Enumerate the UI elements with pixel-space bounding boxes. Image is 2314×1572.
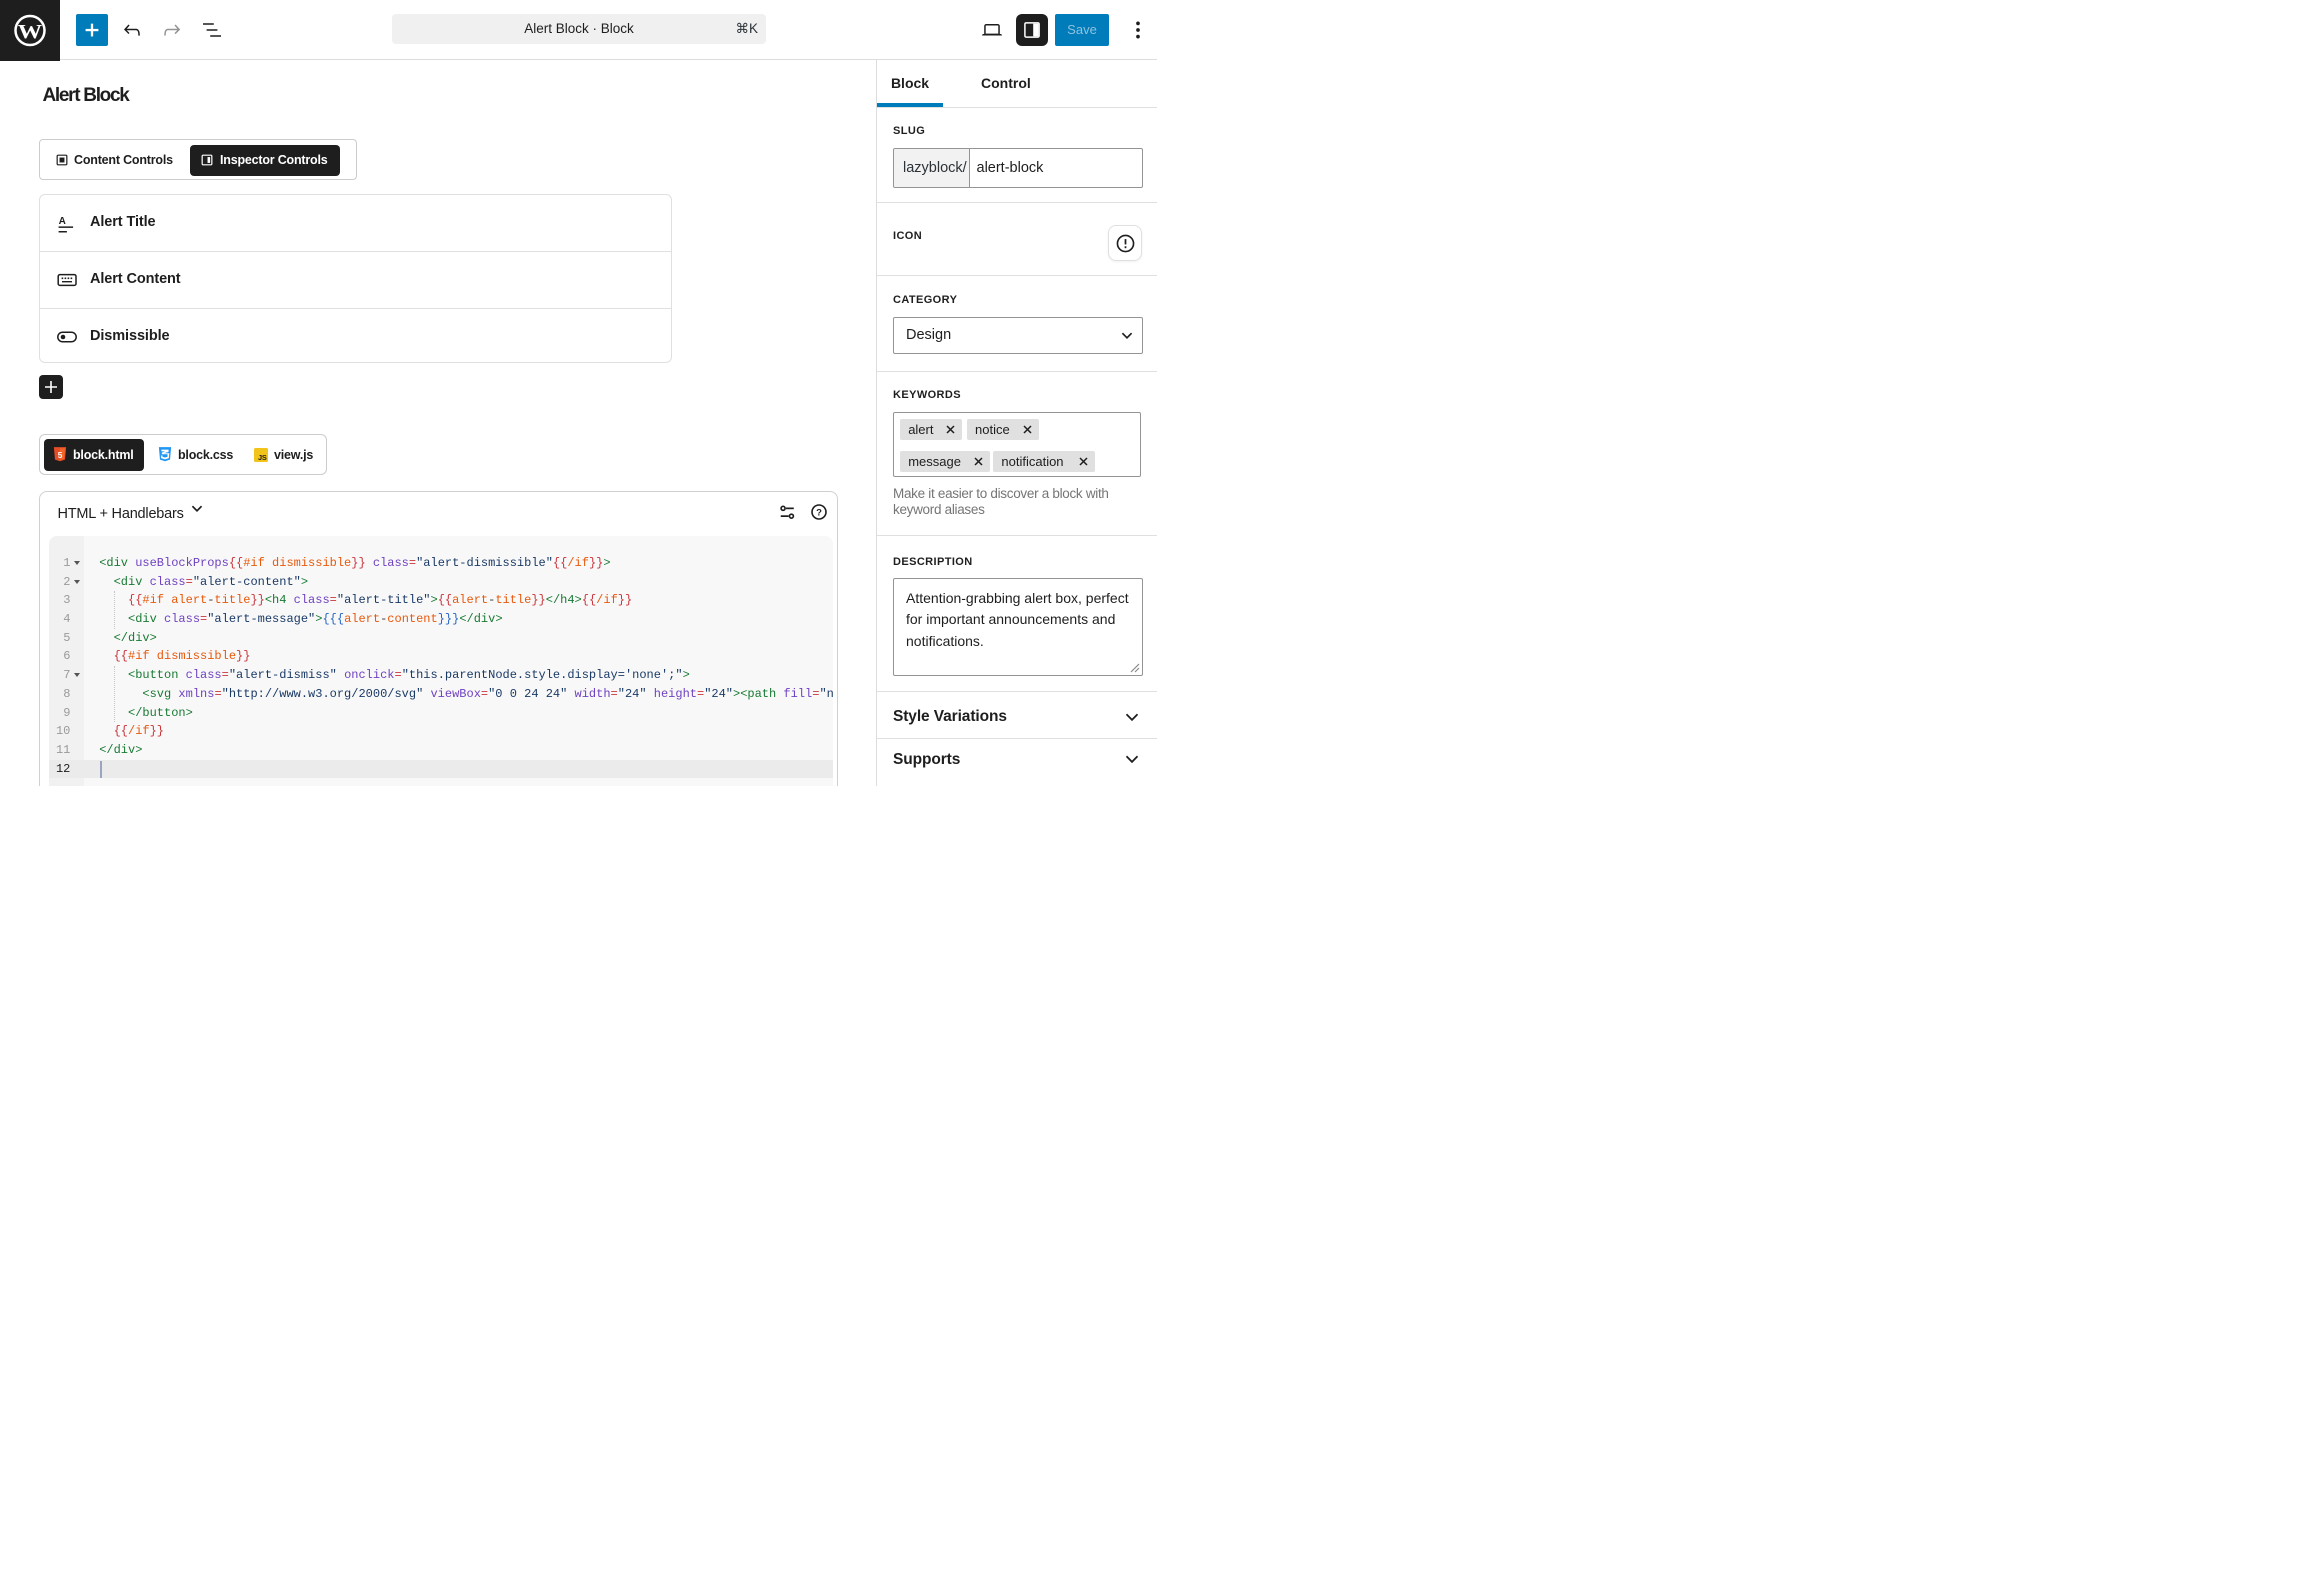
svg-text:JS: JS	[258, 453, 267, 462]
svg-text:W: W	[18, 20, 42, 42]
svg-text:?: ?	[816, 507, 822, 518]
svg-text:5: 5	[58, 450, 63, 460]
svg-text:A: A	[59, 216, 66, 227]
